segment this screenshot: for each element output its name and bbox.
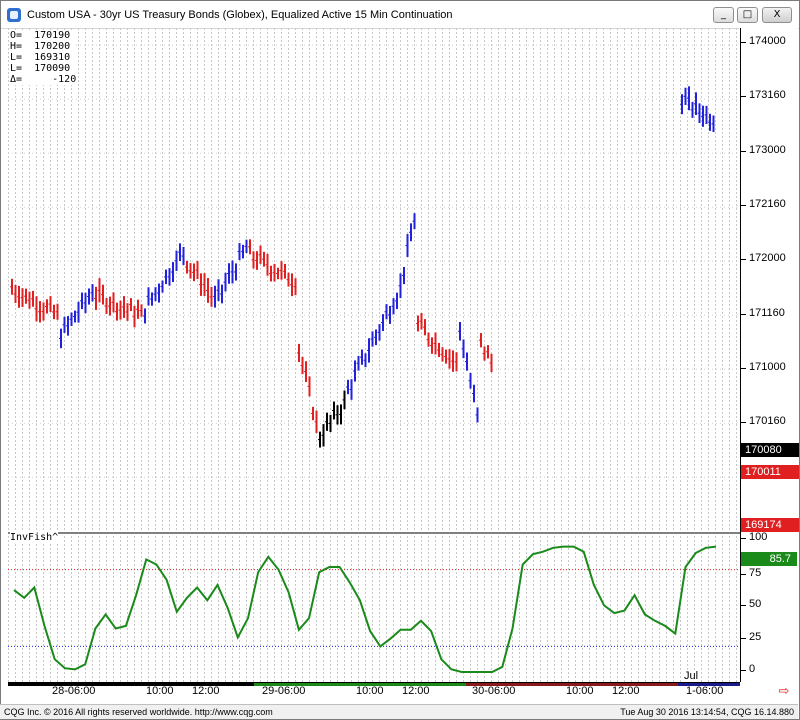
scroll-start-marker[interactable]	[8, 684, 22, 698]
price-tick-mark	[741, 96, 746, 97]
indicator-tick-label: 50	[749, 598, 762, 610]
indicator-tick-label: 25	[749, 631, 762, 643]
ohlc-high: H= 170200	[10, 41, 71, 52]
time-label: 10:00	[356, 685, 384, 697]
price-tick-mark	[741, 314, 746, 315]
maximize-button[interactable]: □	[737, 7, 758, 23]
ohlc-last: L= 170090	[10, 63, 71, 74]
price-tick-label: 171160	[749, 307, 785, 319]
price-tick-mark	[741, 368, 746, 369]
price-and-indicator-plot[interactable]	[8, 28, 740, 682]
ohlc-low: L= 169310	[10, 52, 71, 63]
time-label: 10:00	[566, 685, 594, 697]
indicator-value-box: 85.7	[741, 552, 797, 566]
indicator-tick-mark	[741, 605, 746, 606]
indicator-tick-label: 75	[749, 567, 762, 579]
bottom-price-box: 169174	[741, 518, 799, 532]
title-bar[interactable]: Custom USA - 30yr US Treasury Bonds (Glo…	[1, 1, 799, 29]
price-tick-label: 172000	[749, 252, 786, 264]
price-tick-mark	[741, 422, 746, 423]
time-label: 12:00	[612, 685, 640, 697]
price-tick-mark	[741, 259, 746, 260]
price-tick-label: 170160	[749, 415, 786, 427]
indicator-tick-label: 100	[749, 531, 768, 543]
ohlc-delta: Δ= -120	[10, 74, 77, 85]
status-footer: CQG Inc. © 2016 All rights reserved worl…	[0, 704, 798, 719]
time-label: 12:00	[402, 685, 430, 697]
month-label: Jul	[684, 670, 699, 682]
time-label: 10:00	[146, 685, 174, 697]
time-label: 28-06:00	[52, 685, 96, 697]
chart-plot-area[interactable]	[8, 28, 740, 682]
indicator-tick-mark	[741, 670, 746, 671]
ohlc-open: O= 170190	[10, 30, 71, 41]
last-price-box: 170080	[741, 443, 799, 457]
price-tick-label: 173000	[749, 144, 786, 156]
time-label: 12:00	[192, 685, 220, 697]
price-tick-mark	[741, 151, 746, 152]
ohlc-readout: O= 170190 H= 170200 L= 169310 L= 170090 …	[10, 30, 77, 85]
window-title: Custom USA - 30yr US Treasury Bonds (Glo…	[27, 9, 453, 21]
copyright-text: CQG Inc. © 2016 All rights reserved worl…	[4, 707, 273, 717]
timestamp-text: Tue Aug 30 2016 13:14:54, CQG 16.14.880	[620, 707, 794, 717]
time-label: 1-06:00	[686, 685, 724, 697]
price-axis[interactable]: 174000 173160 173000 172160 172000 17116…	[740, 28, 799, 682]
minimize-button[interactable]: _	[713, 7, 734, 23]
time-label: 29-06:00	[262, 685, 306, 697]
indicator-tick-mark	[741, 638, 746, 639]
price-tick-mark	[741, 42, 746, 43]
close-button[interactable]: X	[762, 7, 792, 23]
time-axis[interactable]: 28-06:00 10:00 12:00 29-06:00 10:00 12:0…	[8, 670, 740, 700]
indicator-tick-label: 0	[749, 663, 756, 675]
time-label: 30-06:00	[472, 685, 516, 697]
price-tick-mark	[741, 205, 746, 206]
price-tick-label: 172160	[749, 198, 786, 210]
price-tick-label: 174000	[749, 35, 786, 47]
price-tick-label: 173160	[749, 89, 786, 101]
cqg-app-icon	[7, 8, 21, 22]
scroll-right-arrow-icon[interactable]: ⇨	[774, 684, 794, 698]
indicator-tick-mark	[741, 538, 746, 539]
indicator-name-label: InvFish^	[10, 532, 59, 543]
indicator-tick-mark	[741, 574, 746, 575]
marker-price-box: 170011	[741, 465, 799, 479]
price-tick-label: 171000	[749, 361, 786, 373]
